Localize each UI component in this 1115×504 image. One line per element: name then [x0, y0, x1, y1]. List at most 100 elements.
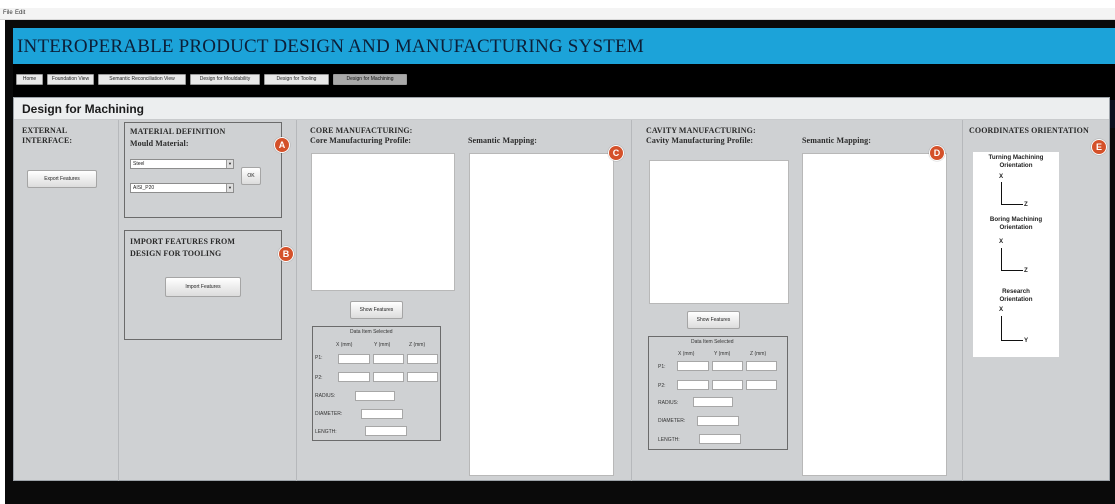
mould-material-label: Mould Material:	[130, 139, 189, 148]
core-show-features-button[interactable]: Show Features	[350, 301, 403, 319]
external-heading-2: INTERFACE:	[22, 136, 73, 145]
marker-b: B	[278, 246, 294, 262]
cavity-manufacturing-section: CAVITY MANUFACTURING: Cavity Manufacturi…	[632, 120, 963, 481]
cavity-radius-label: RADIUS:	[658, 400, 679, 406]
core-p1-label: P1:	[315, 355, 323, 361]
cavity-data-item-box: Data Item Selected X (mm) Y (mm) Z (mm) …	[648, 336, 788, 450]
cavity-diameter-label: DIAMETER:	[658, 418, 686, 424]
cavity-p1-x-input[interactable]	[677, 361, 709, 371]
chevron-down-icon: ▼	[226, 160, 233, 168]
content-panel: Design for Machining EXTERNAL INTERFACE:…	[13, 97, 1110, 481]
core-x-label: X (mm)	[336, 342, 353, 348]
marker-d: D	[929, 145, 945, 161]
core-p1-x-input[interactable]	[338, 354, 370, 364]
cavity-p2-y-input[interactable]	[712, 380, 743, 390]
core-p2-label: P2:	[315, 375, 323, 381]
cavity-diameter-input[interactable]	[697, 416, 739, 426]
external-heading-1: EXTERNAL	[22, 126, 68, 135]
marker-c: C	[608, 145, 624, 161]
cavity-y-label: Y (mm)	[714, 351, 731, 357]
tab-design-for-tooling[interactable]: Design for Tooling	[264, 74, 329, 85]
export-features-button[interactable]: Export Features	[27, 170, 97, 188]
menu-bar: File Edit	[0, 8, 1115, 20]
menu-file[interactable]: File	[3, 10, 13, 16]
tab-design-for-machining[interactable]: Design for Machining	[333, 74, 407, 85]
turning-axis-x-label: X	[999, 173, 1004, 180]
ok-button[interactable]: OK	[241, 167, 261, 185]
core-diameter-input[interactable]	[361, 409, 403, 419]
research-axis-y-label: Y	[1024, 337, 1029, 344]
core-heading: CORE MANUFACTURING:	[310, 126, 413, 135]
core-radius-input[interactable]	[355, 391, 395, 401]
page-header: Design for Machining	[14, 98, 1109, 120]
external-interface-section: EXTERNAL INTERFACE: Export Features	[14, 120, 119, 481]
cavity-profile-label: Cavity Manufacturing Profile:	[646, 136, 754, 145]
cavity-p1-label: P1:	[658, 364, 666, 370]
cavity-p2-label: P2:	[658, 383, 666, 389]
core-p2-y-input[interactable]	[373, 372, 404, 382]
coordinates-panel: Turning Machining Orientation X Z Boring…	[973, 152, 1059, 357]
turning-axis-z-label: Z	[1024, 201, 1028, 208]
material-definition-box: MATERIAL DEFINITION Mould Material: Stee…	[124, 122, 282, 218]
cavity-radius-input[interactable]	[693, 397, 733, 407]
cavity-p2-x-input[interactable]	[677, 380, 709, 390]
turning-label-1: Turning Machining	[988, 154, 1044, 161]
cavity-mapping-panel[interactable]	[802, 153, 947, 476]
app-title: INTEROPERABLE PRODUCT DESIGN AND MANUFAC…	[17, 36, 644, 57]
core-z-label: Z (mm)	[409, 342, 426, 348]
marker-a: A	[274, 137, 290, 153]
cavity-heading: CAVITY MANUFACTURING:	[646, 126, 756, 135]
boring-label-2: Orientation	[999, 224, 1033, 231]
tab-design-for-mouldability[interactable]: Design for Mouldability	[190, 74, 260, 85]
cavity-mapping-label: Semantic Mapping:	[802, 136, 872, 145]
core-data-title: Data Item Selected	[350, 329, 393, 335]
grade-select-value: AISI_P20	[133, 185, 155, 191]
core-diameter-label: DIAMETER:	[315, 411, 343, 417]
chevron-down-icon: ▼	[226, 184, 233, 192]
page-title: Design for Machining	[22, 102, 145, 116]
material-select[interactable]: Steel ▼	[130, 159, 234, 169]
marker-e: E	[1091, 139, 1107, 155]
import-heading-2: DESIGN FOR TOOLING	[130, 249, 222, 258]
boring-axis-x-label: X	[999, 238, 1004, 245]
import-heading-1: IMPORT FEATURES FROM	[130, 237, 235, 246]
turning-vertical-axis	[1001, 182, 1002, 204]
cavity-p1-y-input[interactable]	[712, 361, 743, 371]
core-p2-x-input[interactable]	[338, 372, 370, 382]
cavity-length-label: LENGTH:	[658, 437, 680, 443]
core-mapping-panel[interactable]	[469, 153, 614, 476]
grade-select[interactable]: AISI_P20 ▼	[130, 183, 234, 193]
menu-edit[interactable]: Edit	[15, 10, 25, 16]
cavity-p2-z-input[interactable]	[746, 380, 777, 390]
tab-foundation-view[interactable]: Foundation View	[47, 74, 94, 85]
tab-home[interactable]: Home	[16, 74, 43, 85]
material-heading: MATERIAL DEFINITION	[130, 127, 226, 136]
core-data-item-box: Data Item Selected X (mm) Y (mm) Z (mm) …	[312, 326, 441, 441]
import-features-button[interactable]: Import Features	[165, 277, 241, 297]
core-p1-z-input[interactable]	[407, 354, 438, 364]
coordinates-section: COORDINATES ORIENTATION Turning Machinin…	[963, 120, 1110, 481]
boring-vertical-axis	[1001, 248, 1002, 270]
cavity-data-title: Data Item Selected	[691, 339, 734, 345]
nav-bar: Home Foundation View Semantic Reconcilia…	[13, 64, 1115, 100]
core-profile-panel[interactable]	[311, 153, 455, 291]
import-features-box: IMPORT FEATURES FROM DESIGN FOR TOOLING …	[124, 230, 282, 340]
core-p1-y-input[interactable]	[373, 354, 404, 364]
cavity-show-features-button[interactable]: Show Features	[687, 311, 740, 329]
core-length-input[interactable]	[365, 426, 407, 436]
core-profile-label: Core Manufacturing Profile:	[310, 136, 412, 145]
cavity-length-input[interactable]	[699, 434, 741, 444]
core-p2-z-input[interactable]	[407, 372, 438, 382]
core-radius-label: RADIUS:	[315, 393, 336, 399]
tab-semantic-reconciliation-view[interactable]: Semantic Reconciliation View	[98, 74, 186, 85]
cavity-profile-panel[interactable]	[649, 160, 789, 304]
core-mapping-label: Semantic Mapping:	[468, 136, 538, 145]
boring-label-1: Boring Machining	[989, 216, 1043, 223]
turning-label-2: Orientation	[999, 162, 1033, 169]
title-bar: INTEROPERABLE PRODUCT DESIGN AND MANUFAC…	[13, 28, 1115, 64]
research-vertical-axis	[1001, 316, 1002, 340]
cavity-p1-z-input[interactable]	[746, 361, 777, 371]
boring-axis-z-label: Z	[1024, 267, 1028, 274]
material-section: MATERIAL DEFINITION Mould Material: Stee…	[119, 120, 297, 481]
material-select-value: Steel	[133, 161, 145, 167]
